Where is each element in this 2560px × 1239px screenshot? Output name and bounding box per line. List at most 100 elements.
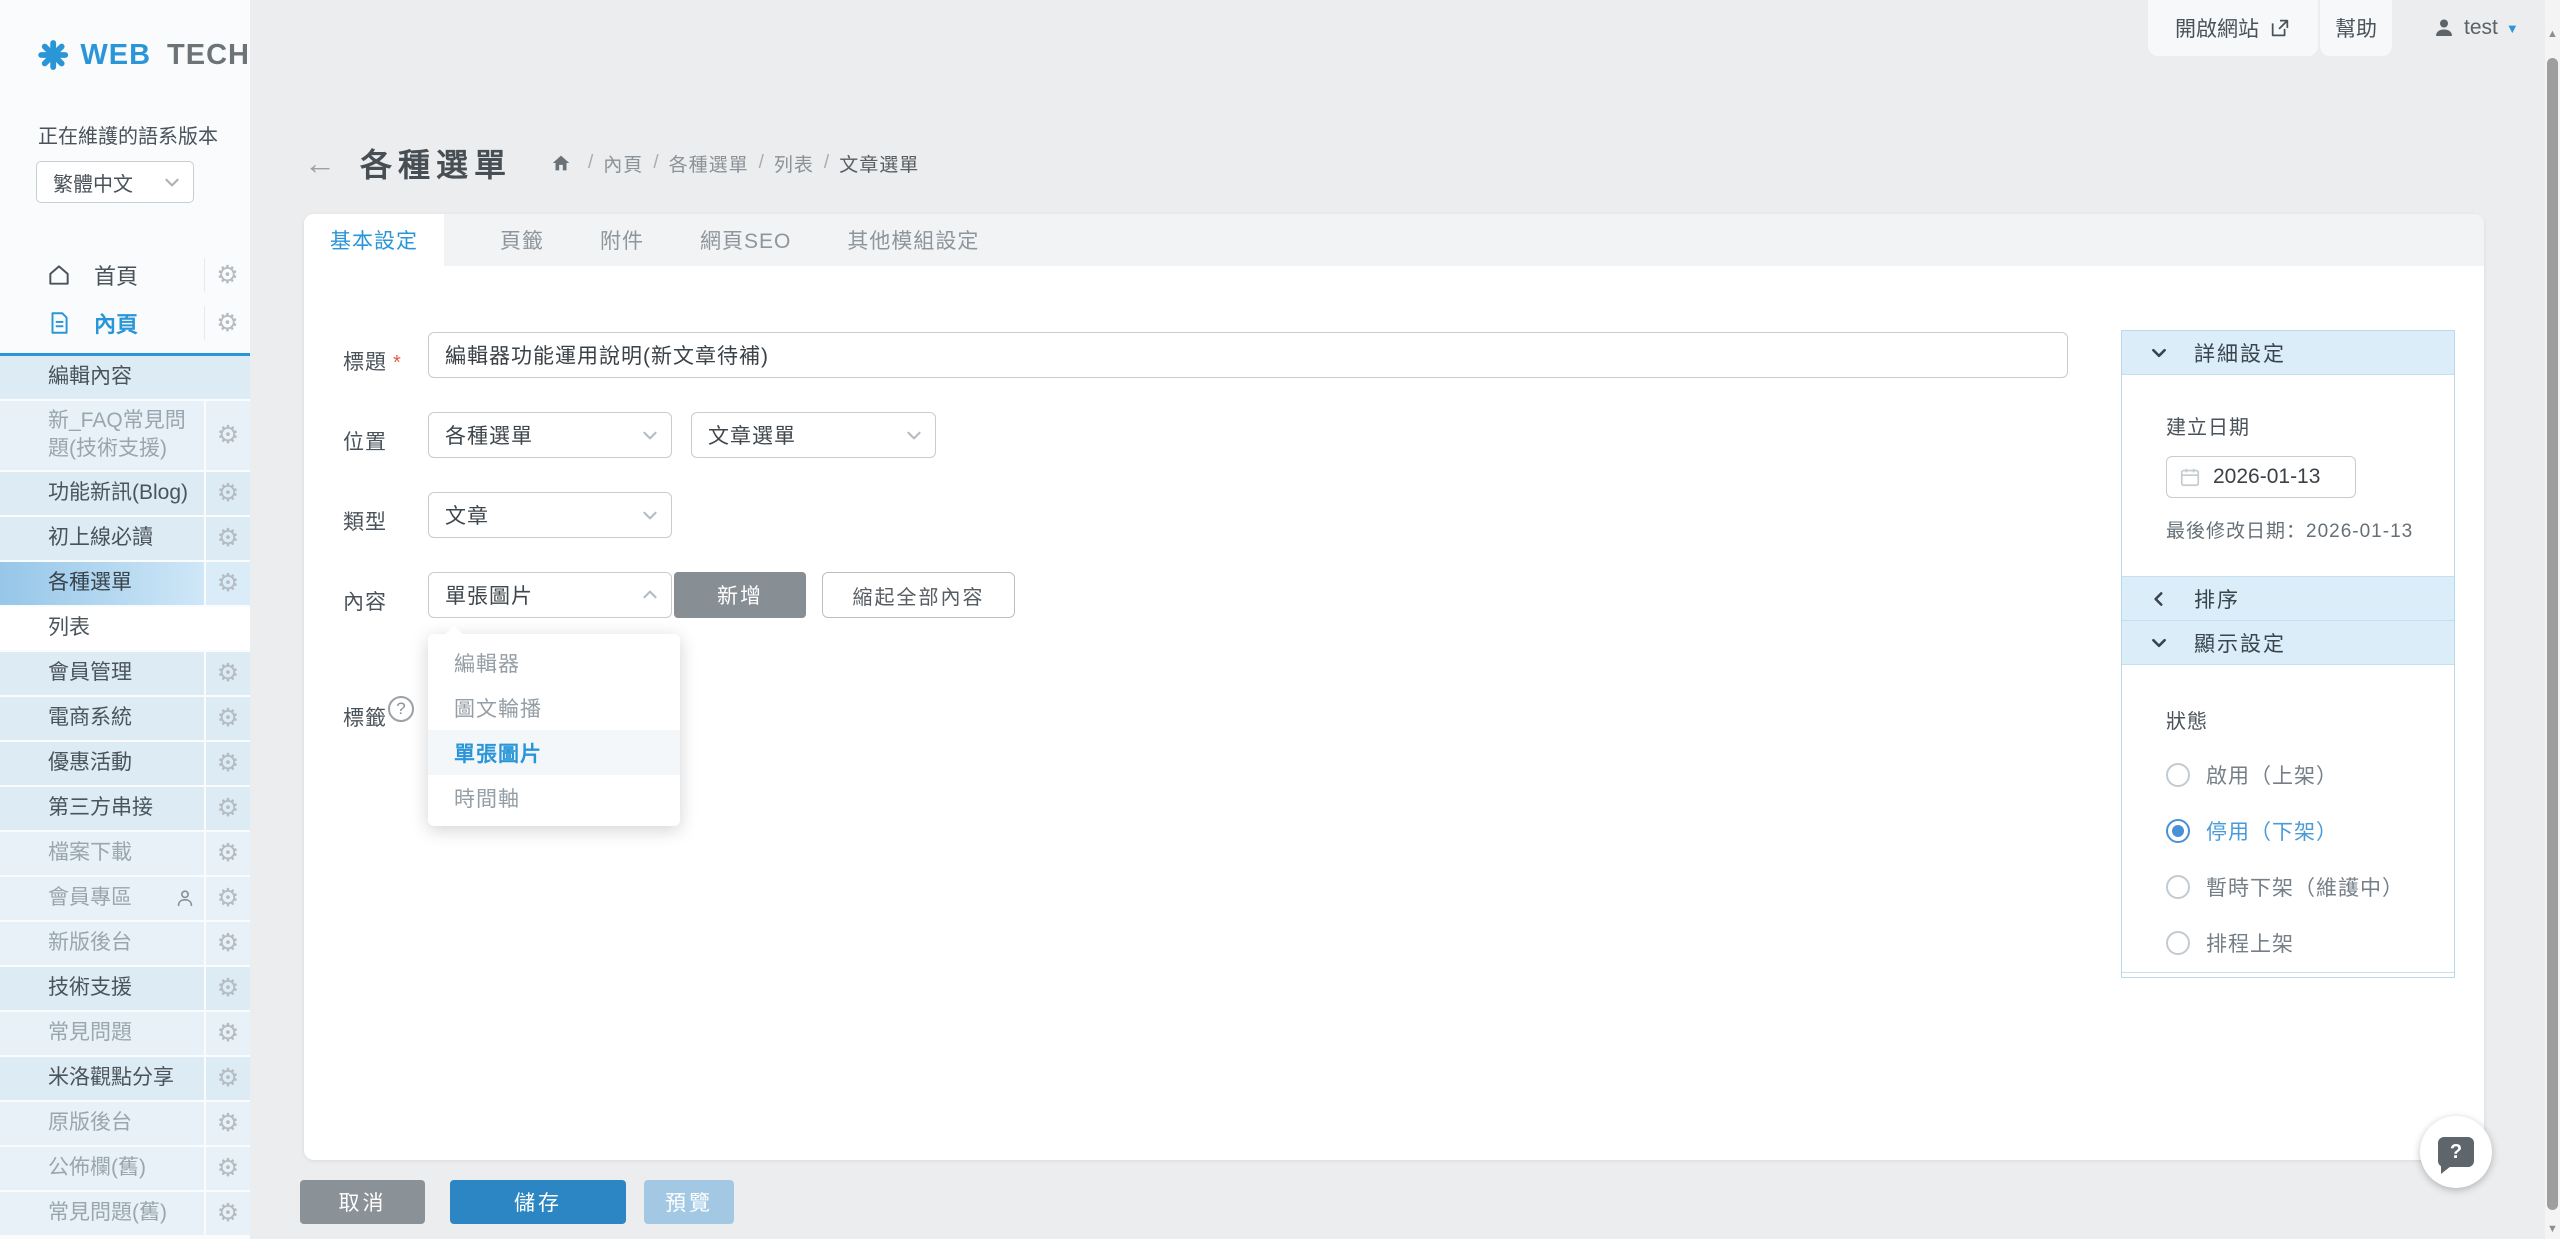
status-radio-option[interactable]: 啟用（上架） [2166,760,2454,790]
sidebar-item[interactable]: 公佈欄(舊) ⚙ [0,1147,250,1190]
dropdown-option[interactable]: 時間軸 [428,775,680,820]
collapse-all-button[interactable]: 縮起全部內容 [822,572,1015,618]
breadcrumb: / 內頁 / 各種選單 / 列表 / 文章選單 [550,150,919,177]
sidebar-item[interactable]: 列表 [0,607,250,650]
radio-button[interactable] [2166,931,2190,955]
gear-icon[interactable]: ⚙ [216,311,238,336]
status-radio-option[interactable]: 排程上架 [2166,928,2454,958]
section-sort[interactable]: 排序 [2122,577,2454,621]
sidebar-item[interactable]: 初上線必讀 ⚙ [0,517,250,560]
radio-button[interactable] [2166,819,2190,843]
gear-icon[interactable]: ⚙ [217,1021,239,1046]
dropdown-option[interactable]: 圖文輪播 [428,685,680,730]
sidebar: WEB TECH 正在維護的語系版本 繁體中文 首頁 ⚙ 內頁 ⚙ [0,0,250,1239]
sidebar-item[interactable]: 第三方串接 ⚙ [0,787,250,830]
breadcrumb-item[interactable]: 列表 [774,150,814,177]
gear-icon[interactable]: ⚙ [217,1156,239,1181]
gear-icon[interactable]: ⚙ [217,571,239,596]
gear-icon[interactable]: ⚙ [217,931,239,956]
tab[interactable]: 附件 [572,214,672,266]
title-input[interactable] [428,332,2068,378]
status-radio-option[interactable]: 停用（下架） [2166,816,2454,846]
help-question-icon[interactable]: ? [388,696,414,722]
position-select-1[interactable]: 各種選單 [428,412,672,458]
sidebar-item[interactable]: 常見問題(舊) ⚙ [0,1192,250,1235]
sidebar-item[interactable]: 優惠活動 ⚙ [0,742,250,785]
sidebar-item-label: 列表 [48,614,90,642]
type-select[interactable]: 文章 [428,492,672,538]
sidebar-item-home[interactable]: 首頁 ⚙ [0,251,250,299]
created-date-input[interactable]: 2026-01-13 [2166,456,2356,498]
radio-button[interactable] [2166,875,2190,899]
sidebar-item[interactable]: 檔案下載 ⚙ [0,832,250,875]
gear-icon[interactable]: ⚙ [217,976,239,1001]
sidebar-item-inner-pages[interactable]: 內頁 ⚙ [0,299,250,347]
tab[interactable]: 基本設定 [304,214,444,266]
add-button[interactable]: 新增 [674,572,806,618]
gear-icon[interactable]: ⚙ [217,706,239,731]
gear-icon[interactable]: ⚙ [217,796,239,821]
sidebar-item[interactable]: 常見問題 ⚙ [0,1012,250,1055]
status-radio-option[interactable]: 暫時下架（維護中） [2166,872,2454,902]
page-scrollbar[interactable]: ▲ ▼ [2545,0,2560,1239]
breadcrumb-item[interactable]: 文章選單 [839,150,919,177]
help-fab-button[interactable]: ? [2420,1116,2492,1188]
sidebar-item[interactable]: 新版後台 ⚙ [0,922,250,965]
modified-date: 最後修改日期：2026-01-13 [2166,516,2454,543]
gear-icon[interactable]: ⚙ [217,841,239,866]
gear-icon[interactable]: ⚙ [216,263,238,288]
gear-icon[interactable]: ⚙ [217,526,239,551]
user-menu[interactable]: test ▼ [2432,0,2519,56]
section-detail-settings[interactable]: 詳細設定 [2122,331,2454,375]
gear-icon[interactable]: ⚙ [217,886,239,911]
sidebar-item[interactable]: 編輯內容 [0,356,250,399]
save-button[interactable]: 儲存 [450,1180,626,1224]
language-select[interactable]: 繁體中文 [36,161,194,203]
sidebar-item[interactable]: 技術支援 ⚙ [0,967,250,1010]
content-type-dropdown: 編輯器 圖文輪播 單張圖片 時間軸 [428,634,680,826]
sidebar-item[interactable]: 原版後台 ⚙ [0,1102,250,1145]
gear-icon[interactable]: ⚙ [217,481,239,506]
gear-icon[interactable]: ⚙ [217,751,239,776]
open-website-button[interactable]: 開啟網站 [2148,0,2318,56]
dropdown-option[interactable]: 單張圖片 [428,730,680,775]
sidebar-item[interactable]: 會員管理 ⚙ [0,652,250,695]
gear-icon[interactable]: ⚙ [217,423,239,448]
sidebar-item[interactable]: 各種選單 ⚙ [0,562,250,605]
radio-button[interactable] [2166,763,2190,787]
preview-button[interactable]: 預覽 [644,1180,734,1224]
page-icon [46,310,72,336]
username: test [2464,16,2498,40]
cancel-button[interactable]: 取消 [300,1180,425,1224]
scrollbar-thumb[interactable] [2547,58,2558,1210]
tab[interactable]: 其他模組設定 [819,214,1007,266]
content-select[interactable]: 單張圖片 [428,572,672,618]
breadcrumb-separator: / [824,152,829,174]
radio-label: 啟用（上架） [2206,760,2338,790]
brand-logo: WEB TECH [0,0,250,74]
gear-icon[interactable]: ⚙ [217,1201,239,1226]
tab-label: 網頁SEO [700,225,791,255]
gear-icon[interactable]: ⚙ [217,1111,239,1136]
gear-icon[interactable]: ⚙ [217,1066,239,1091]
breadcrumb-item[interactable]: 各種選單 [669,150,749,177]
gear-icon[interactable]: ⚙ [217,661,239,686]
tab[interactable]: 頁籤 [472,214,572,266]
sidebar-item[interactable]: 功能新訊(Blog) ⚙ [0,472,250,515]
sidebar-item[interactable]: 電商系統 ⚙ [0,697,250,740]
section-display-settings[interactable]: 顯示設定 [2122,621,2454,665]
settings-panel: 詳細設定 建立日期 2026-01-13 最後修改日期：2026-01-13 [2121,330,2455,978]
breadcrumb-item[interactable]: 內頁 [603,150,643,177]
scroll-up-arrow[interactable]: ▲ [2545,28,2560,40]
sidebar-item-label: 會員專區 [48,884,132,912]
sidebar-item[interactable]: 米洛觀點分享 ⚙ [0,1057,250,1100]
dropdown-option[interactable]: 編輯器 [428,640,680,685]
chevron-down-icon [641,506,659,524]
position-select-2[interactable]: 文章選單 [691,412,936,458]
sidebar-item[interactable]: 新_FAQ常見問題(技術支援) ⚙ [0,401,250,470]
scroll-down-arrow[interactable]: ▼ [2545,1223,2560,1235]
sidebar-item[interactable]: 會員專區 ⚙ [0,877,250,920]
back-arrow-icon[interactable]: ← [304,145,336,182]
tab[interactable]: 網頁SEO [672,214,819,266]
help-button[interactable]: 幫助 [2320,0,2392,56]
